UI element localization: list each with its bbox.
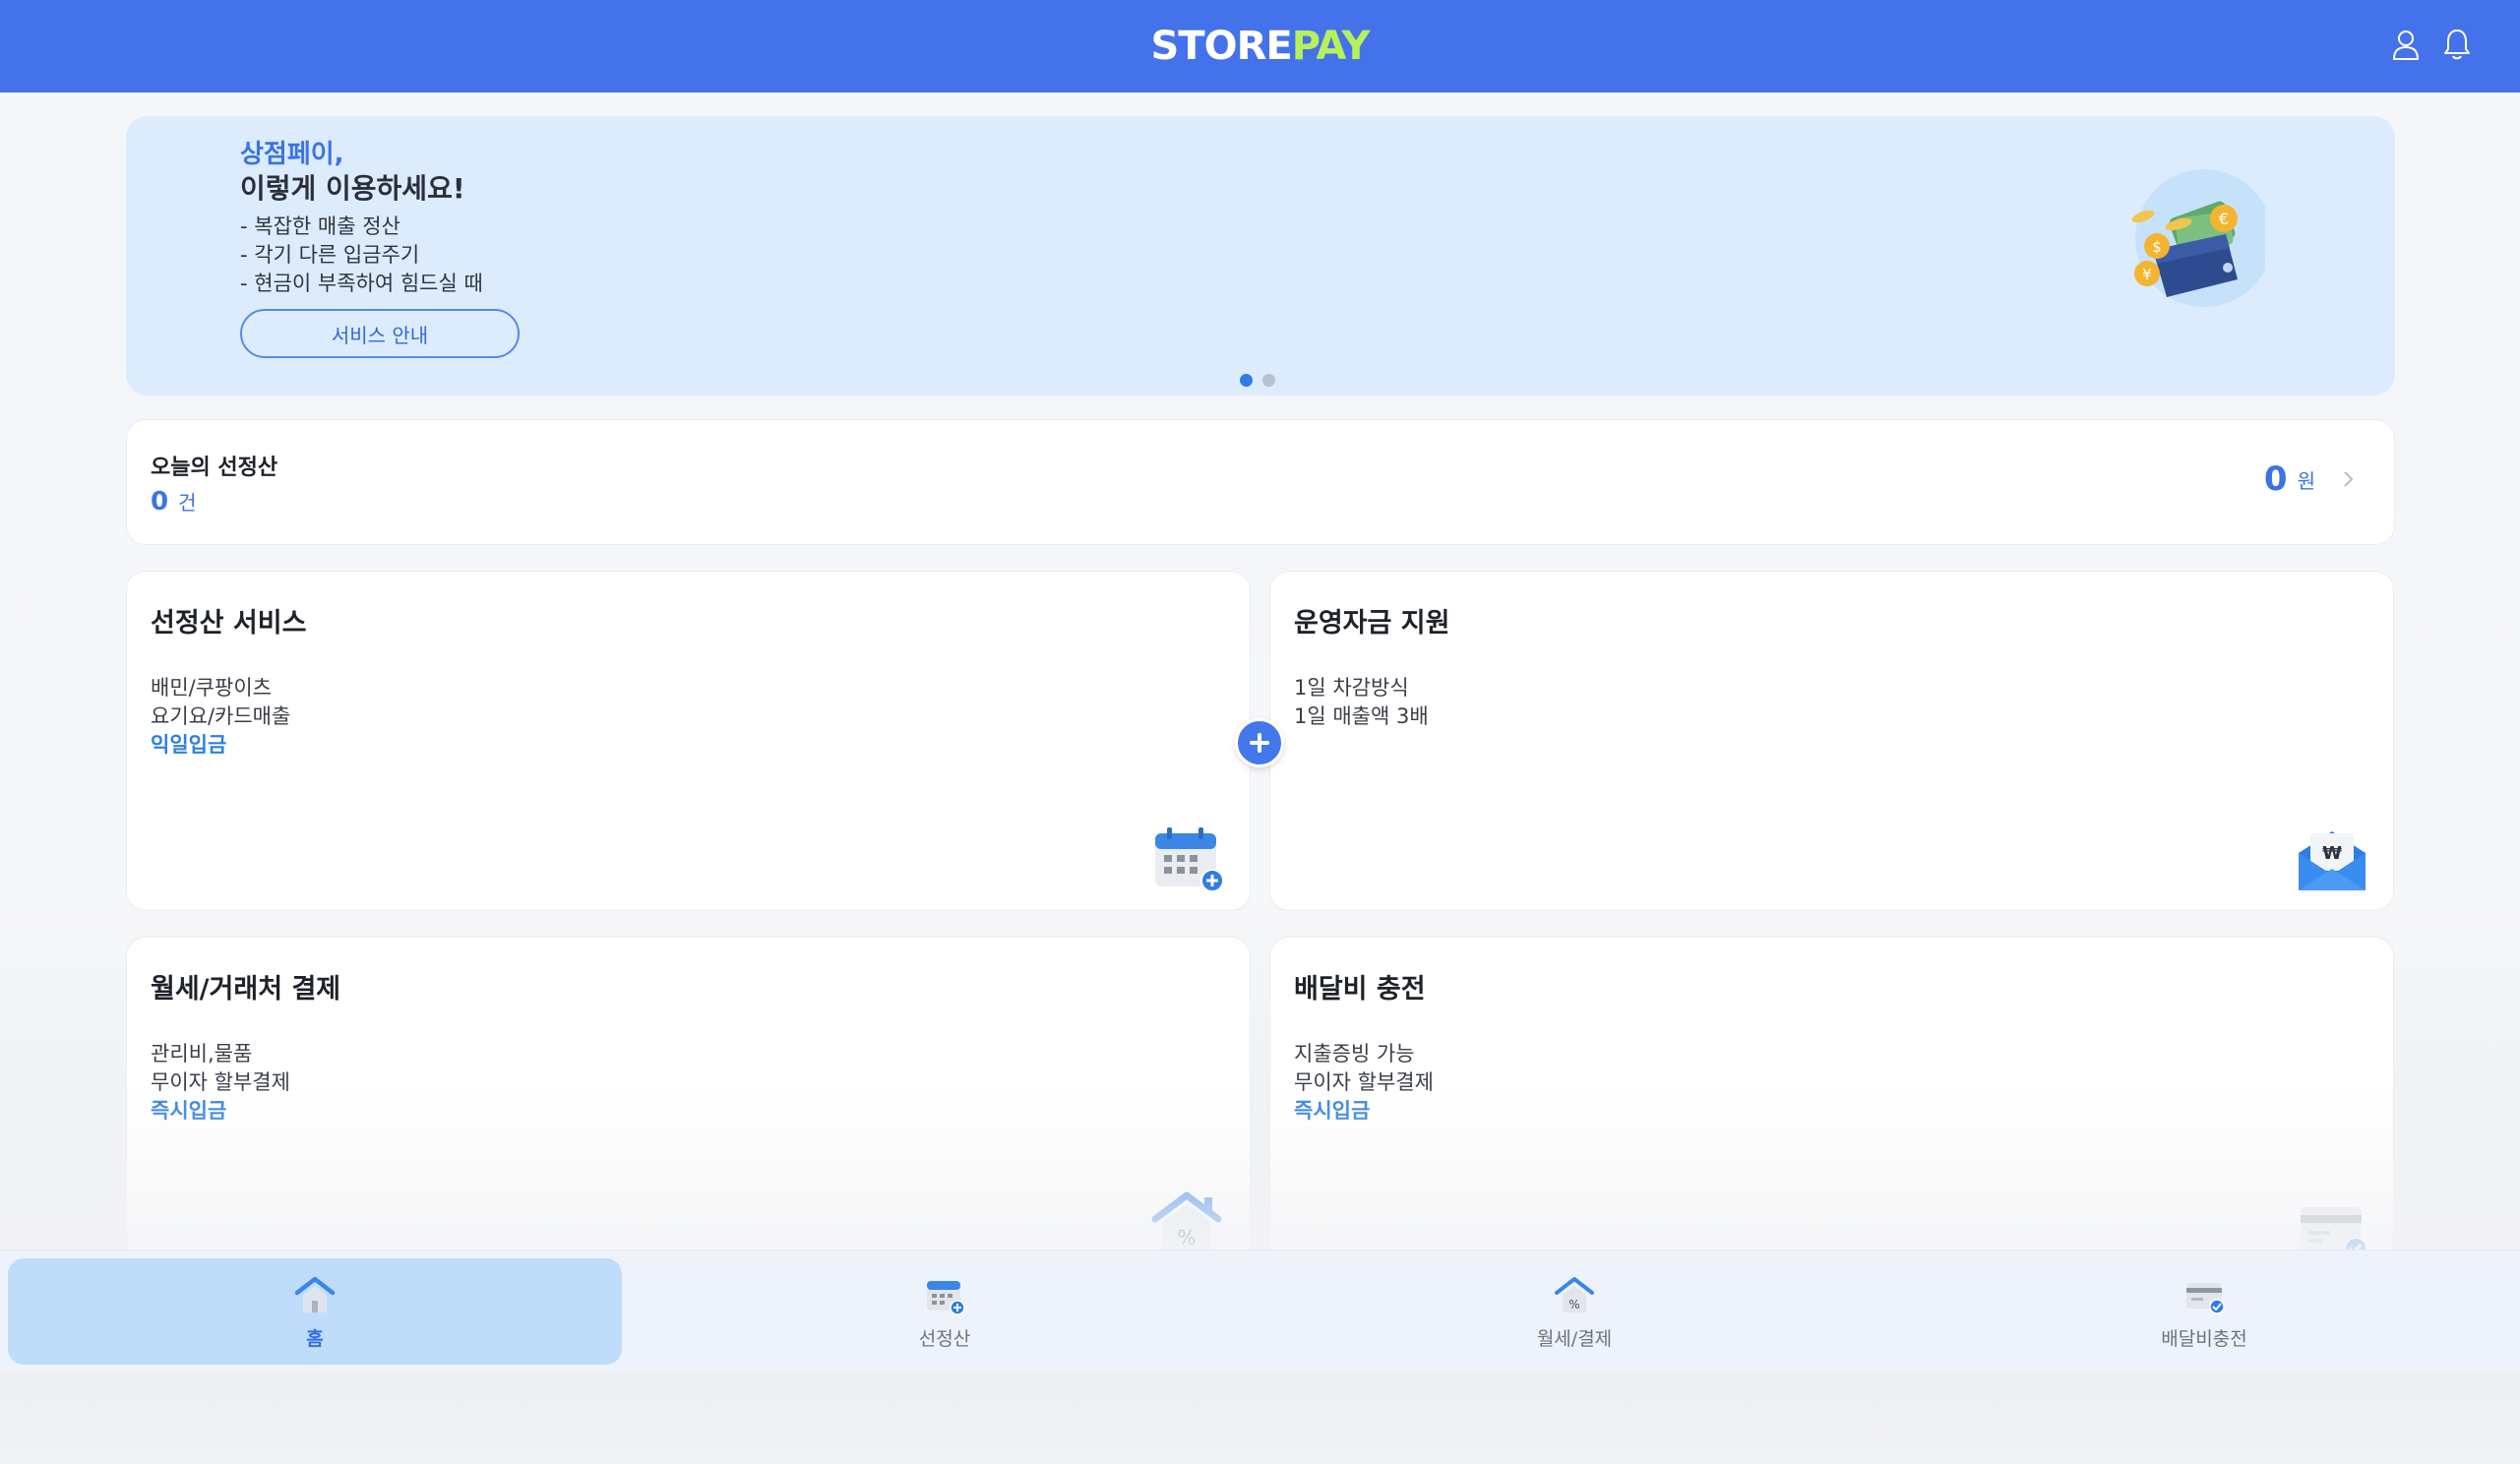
banner-title-line2: 이렇게 이용하세요! [240,172,465,205]
card-check-icon [2182,1273,2226,1316]
card-title: 월세/거래처 결제 [151,974,341,1005]
banner-bullet: - 각기 다른 입금주기 [240,243,420,267]
card-title: 선정산 서비스 [151,608,307,639]
amount-unit: 원 [2297,468,2315,493]
tab-label: 배달비충전 [2161,1327,2247,1350]
card-description: 배민/쿠팡이츠 요기요/카드매출 익일입금 [151,674,290,760]
today-settlement-count: 0 건 [151,487,197,517]
plus-icon [1250,733,1269,753]
user-icon[interactable] [2390,28,2422,61]
wallet-coins-icon: € $ ¥ [2118,169,2273,317]
promo-banner[interactable]: 상점페이, 이렇게 이용하세요! - 복잡한 매출 정산 - 각기 다른 입금주… [126,116,2395,396]
card-title: 배달비 충전 [1294,974,1426,1005]
banner-bullet: - 복잡한 매출 정산 [240,214,400,238]
logo-store-text: STORE [1150,24,1293,69]
banner-pagination [1240,374,1275,387]
delivery-fee-charge-card[interactable]: 배달비 충전 지출증빙 가능 무이자 할부결제 즉시입금 [1269,937,2394,1250]
count-value: 0 [151,487,169,517]
bell-icon[interactable] [2441,28,2473,61]
card-description: 관리비,물품 무이자 할부결제 즉시입금 [151,1040,290,1126]
tab-delivery-charge[interactable]: 배달비충전 [1897,1258,2511,1365]
card-line: 요기요/카드매출 [151,704,291,728]
card-line: 관리비,물품 [151,1042,253,1066]
tab-home[interactable]: 홈 [8,1258,622,1365]
card-accent: 즉시입금 [1294,1099,1371,1123]
today-settlement-amount: 0 원 [2264,459,2359,499]
amount-value: 0 [2263,459,2288,499]
home-icon [293,1273,337,1316]
add-service-button[interactable] [1235,718,1284,767]
svg-text:€: € [2219,210,2229,228]
header-actions [2390,28,2473,61]
house-percent-icon: % [1151,1190,1226,1250]
card-line: 무이자 할부결제 [151,1070,290,1094]
card-description: 1일 차감방식 1일 매출액 3배 [1294,674,1429,731]
card-line: 무이자 할부결제 [1294,1070,1434,1094]
storepay-logo[interactable]: STOREPAY [1150,24,1371,69]
operating-fund-card[interactable]: 운영자금 지원 1일 차감방식 1일 매출액 3배 ₩ [1269,571,2394,911]
today-settlement-title: 오늘의 선정산 [151,456,278,480]
card-check-icon [2295,1190,2369,1250]
house-percent-icon: % [1553,1273,1596,1316]
svg-text:%: % [1177,1226,1196,1250]
app-header: STOREPAY [0,0,2520,92]
tab-pre-settlement[interactable]: 선정산 [638,1258,1252,1365]
svg-text:₩: ₩ [2322,843,2342,864]
service-guide-button[interactable]: 서비스 안내 [240,309,520,358]
bottom-background [0,1372,2520,1464]
logo-pay-text: PAY [1291,24,1371,69]
count-unit: 건 [178,491,197,515]
won-envelope-icon: ₩ [2295,824,2369,894]
card-description: 지출증빙 가능 무이자 할부결제 즉시입금 [1294,1040,1434,1126]
card-title: 운영자금 지원 [1294,608,1450,639]
svg-text:%: % [1568,1298,1579,1312]
calendar-plus-icon [1151,824,1226,894]
card-line: 지출증빙 가능 [1294,1042,1415,1066]
calendar-plus-icon [923,1273,966,1316]
banner-bullets: - 복잡한 매출 정산 - 각기 다른 입금주기 - 현금이 부족하여 힘드실 … [240,213,483,298]
svg-text:$: $ [2152,238,2162,256]
tab-label: 홈 [306,1327,324,1350]
tab-label: 선정산 [918,1327,971,1350]
card-accent: 익일입금 [151,733,227,757]
card-line: 1일 매출액 3배 [1294,704,1429,728]
today-settlement-card[interactable]: 오늘의 선정산 0 건 0 원 [126,419,2395,545]
banner-title-line1: 상점페이, [240,140,344,169]
pre-settlement-service-card[interactable]: 선정산 서비스 배민/쿠팡이츠 요기요/카드매출 익일입금 [126,571,1251,911]
chevron-right-icon[interactable] [2337,468,2359,490]
svg-text:¥: ¥ [2142,266,2152,283]
banner-bullet: - 현금이 부족하여 힘드실 때 [240,272,483,295]
pagination-dot[interactable] [1262,374,1275,387]
bottom-tab-bar: 홈 선정산 % 월세/결제 배달비충전 [0,1250,2520,1372]
tab-rent-payment[interactable]: % 월세/결제 [1267,1258,1881,1365]
card-accent: 즉시입금 [151,1099,227,1123]
main-content: 상점페이, 이렇게 이용하세요! - 복잡한 매출 정산 - 각기 다른 입금주… [0,92,2520,1250]
pagination-dot-active[interactable] [1240,374,1253,387]
rent-vendor-payment-card[interactable]: 월세/거래처 결제 관리비,물품 무이자 할부결제 즉시입금 % [126,937,1251,1250]
card-line: 1일 차감방식 [1294,676,1409,700]
tab-label: 월세/결제 [1536,1327,1613,1350]
card-line: 배민/쿠팡이츠 [151,676,272,700]
